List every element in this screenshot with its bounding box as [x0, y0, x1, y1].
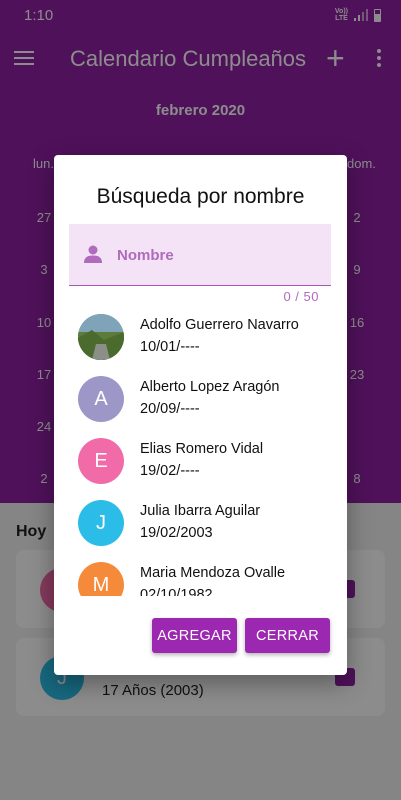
contact-date: 02/10/1982	[140, 587, 213, 596]
list-item[interactable]: E Elias Romero Vidal 19/02/----	[54, 435, 347, 497]
contact-name: Alberto Lopez Aragón	[140, 379, 280, 395]
person-icon	[84, 245, 102, 263]
avatar: A	[78, 376, 124, 422]
photo-avatar	[78, 314, 124, 360]
landscape-photo-icon	[78, 314, 124, 360]
avatar: J	[78, 500, 124, 546]
contact-list[interactable]: Adolfo Guerrero Navarro 10/01/---- A Alb…	[54, 309, 347, 596]
contact-date: 20/09/----	[140, 401, 200, 417]
add-button[interactable]: AGREGAR	[152, 618, 237, 653]
character-counter: 0 / 50	[283, 289, 319, 304]
contact-date: 19/02/2003	[140, 525, 213, 541]
name-search-input[interactable]	[117, 242, 317, 268]
dialog-title: Búsqueda por nombre	[96, 185, 305, 208]
contact-name: Adolfo Guerrero Navarro	[140, 317, 299, 333]
contact-name: Elias Romero Vidal	[140, 441, 264, 457]
search-dialog: Búsqueda por nombre 0 / 50 Adolfo Guerre…	[54, 155, 347, 675]
list-item[interactable]: M Maria Mendoza Ovalle 02/10/1982	[54, 559, 347, 596]
list-item[interactable]: J Julia Ibarra Aguilar 19/02/2003	[54, 497, 347, 559]
avatar: E	[78, 438, 124, 484]
avatar: M	[78, 562, 124, 596]
list-item[interactable]: Adolfo Guerrero Navarro 10/01/----	[54, 311, 347, 373]
close-button[interactable]: CERRAR	[245, 618, 330, 653]
list-item[interactable]: A Alberto Lopez Aragón 20/09/----	[54, 373, 347, 435]
contact-date: 10/01/----	[140, 339, 200, 355]
contact-name: Julia Ibarra Aguilar	[140, 503, 261, 519]
name-search-field[interactable]	[69, 224, 331, 286]
contact-name: Maria Mendoza Ovalle	[140, 565, 286, 581]
contact-date: 19/02/----	[140, 463, 200, 479]
